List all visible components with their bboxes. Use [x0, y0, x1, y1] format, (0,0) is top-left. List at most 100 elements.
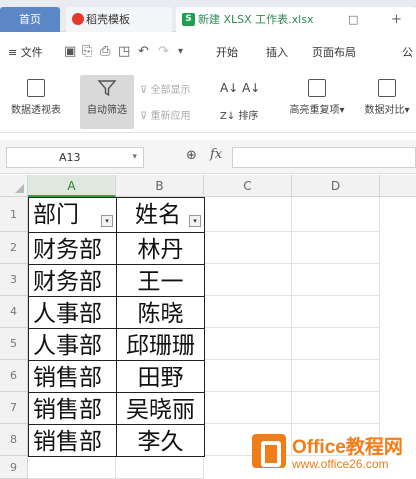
row-header[interactable]: 9	[0, 456, 28, 479]
cell-c4[interactable]	[204, 296, 292, 328]
office-logo-icon	[252, 434, 286, 468]
row-header[interactable]: 3	[0, 264, 28, 296]
highlight-duplicates-icon	[308, 79, 326, 97]
pivot-table-label: 数据透视表	[11, 105, 61, 116]
customize-quick-access-icon[interactable]: ▾	[178, 46, 183, 57]
filter-dropdown-a[interactable]: ▾	[101, 215, 113, 227]
row-header[interactable]: 5	[0, 328, 28, 360]
header-department: 部门	[33, 202, 79, 228]
tab-templates[interactable]: 稻壳模板	[66, 7, 172, 32]
row-header[interactable]: 1	[0, 197, 28, 232]
cell-d1[interactable]	[292, 197, 380, 232]
column-header-b[interactable]: B	[116, 175, 204, 197]
sort-ascending-icon: A↓ A↓	[220, 81, 261, 95]
window-restore-icon[interactable]: □	[348, 7, 358, 32]
row-header[interactable]: 7	[0, 392, 28, 424]
cell-a2[interactable]: 财务部	[28, 232, 117, 265]
export-icon[interactable]: ⎘	[82, 44, 92, 59]
cell-d5[interactable]	[292, 328, 380, 360]
autofilter-label: 自动筛选	[87, 105, 127, 116]
print-icon[interactable]: ⎙	[100, 44, 110, 59]
tab-file[interactable]: S 新建 XLSX 工作表.xlsx □ +	[176, 7, 416, 32]
sort-ascending-button[interactable]: A↓ A↓	[220, 81, 260, 95]
show-all-icon: ⊽	[140, 85, 151, 96]
formula-input[interactable]	[232, 147, 416, 168]
print-preview-icon[interactable]: ◳	[118, 44, 130, 59]
dropdown-arrow-icon: ▾	[404, 105, 410, 116]
cell-d4[interactable]	[292, 296, 380, 328]
highlight-duplicates-button[interactable]: 高亮重复项▾	[284, 79, 350, 116]
highlight-duplicates-label: 高亮重复项	[289, 105, 340, 116]
cell-b7[interactable]: 吴晓丽	[116, 392, 205, 425]
cell-b8[interactable]: 李久	[116, 424, 205, 457]
tab-file-label: 新建 XLSX 工作表.xlsx	[198, 13, 314, 26]
row-header[interactable]: 4	[0, 296, 28, 328]
tab-templates-label: 稻壳模板	[86, 13, 130, 26]
cell-d6[interactable]	[292, 360, 380, 392]
cell-c1[interactable]	[204, 197, 292, 232]
cell-d7[interactable]	[292, 392, 380, 424]
column-header-d[interactable]: D	[292, 175, 380, 197]
pivot-table-button[interactable]: 数据透视表	[4, 79, 68, 116]
office26-watermark: Office教程网 www.office26.com	[252, 430, 412, 476]
tab-home[interactable]: 首页	[0, 7, 60, 32]
select-all-corner[interactable]	[0, 175, 28, 197]
menu-home[interactable]: 开始	[216, 44, 238, 60]
cell-a3[interactable]: 财务部	[28, 264, 117, 297]
row-header[interactable]: 6	[0, 360, 28, 392]
cell-a6[interactable]: 销售部	[28, 360, 117, 393]
sort-descending-icon: Z↓	[220, 111, 239, 122]
cell-b6[interactable]: 田野	[116, 360, 205, 393]
cell-a9[interactable]	[28, 456, 116, 479]
save-icon[interactable]: ▣	[64, 44, 76, 59]
cell-b5[interactable]: 邱珊珊	[116, 328, 205, 361]
column-header-e[interactable]	[380, 175, 416, 197]
ribbon: 数据透视表 自动筛选 ⊽ 全部显示 ⊽ 重新应用 A↓ A↓ Z↓ 排序 高亮重…	[0, 71, 416, 133]
reapply-button[interactable]: ⊽ 重新应用	[140, 107, 191, 122]
cell-c2[interactable]	[204, 232, 292, 264]
undo-icon[interactable]: ↶	[138, 44, 149, 59]
menu-insert[interactable]: 插入	[266, 44, 288, 60]
cell-b4[interactable]: 陈晓	[116, 296, 205, 329]
reapply-icon: ⊽	[140, 111, 151, 122]
cell-c3[interactable]	[204, 264, 292, 296]
data-compare-icon	[378, 79, 396, 97]
column-header-a[interactable]: A	[28, 175, 116, 197]
cell-b9[interactable]	[116, 456, 204, 479]
menu-formulas[interactable]: 公	[402, 44, 413, 60]
formula-bar: A13 ▾ ⊕ fx	[0, 140, 416, 174]
row-header[interactable]: 8	[0, 424, 28, 456]
redo-icon[interactable]: ↷	[158, 44, 169, 59]
cell-a8[interactable]: 销售部	[28, 424, 117, 457]
filter-icon	[97, 80, 117, 97]
show-all-button[interactable]: ⊽ 全部显示	[140, 81, 191, 96]
cell-c7[interactable]	[204, 392, 292, 424]
chevron-down-icon[interactable]: ▾	[132, 148, 137, 167]
cell-b3[interactable]: 王一	[116, 264, 205, 297]
sort-button[interactable]: Z↓ 排序	[220, 107, 258, 122]
function-icon[interactable]: fx	[210, 147, 222, 162]
cell-a7[interactable]: 销售部	[28, 392, 117, 425]
filter-dropdown-b[interactable]: ▾	[189, 215, 201, 227]
watermark-url: www.office26.com	[292, 457, 389, 471]
header-name: 姓名	[135, 202, 181, 228]
row-header[interactable]: 2	[0, 232, 28, 264]
cell-c6[interactable]	[204, 360, 292, 392]
name-box[interactable]: A13 ▾	[6, 147, 144, 168]
cell-d3[interactable]	[292, 264, 380, 296]
cell-d2[interactable]	[292, 232, 380, 264]
zoom-magnifier-icon[interactable]: ⊕	[186, 148, 197, 163]
data-compare-button[interactable]: 数据对比▾	[358, 79, 416, 116]
show-all-label: 全部显示	[150, 85, 191, 96]
cell-c5[interactable]	[204, 328, 292, 360]
sort-label: 排序	[238, 111, 259, 122]
new-tab-icon[interactable]: +	[391, 7, 402, 32]
column-header-c[interactable]: C	[204, 175, 292, 197]
tab-bar: 首页 稻壳模板 S 新建 XLSX 工作表.xlsx □ +	[0, 0, 416, 32]
cell-a4[interactable]: 人事部	[28, 296, 117, 329]
cell-b2[interactable]: 林丹	[116, 232, 205, 265]
menu-file[interactable]: ≡ 文件	[8, 44, 43, 60]
autofilter-content: 自动筛选	[80, 79, 134, 116]
menu-page-layout[interactable]: 页面布局	[312, 44, 356, 60]
cell-a5[interactable]: 人事部	[28, 328, 117, 361]
